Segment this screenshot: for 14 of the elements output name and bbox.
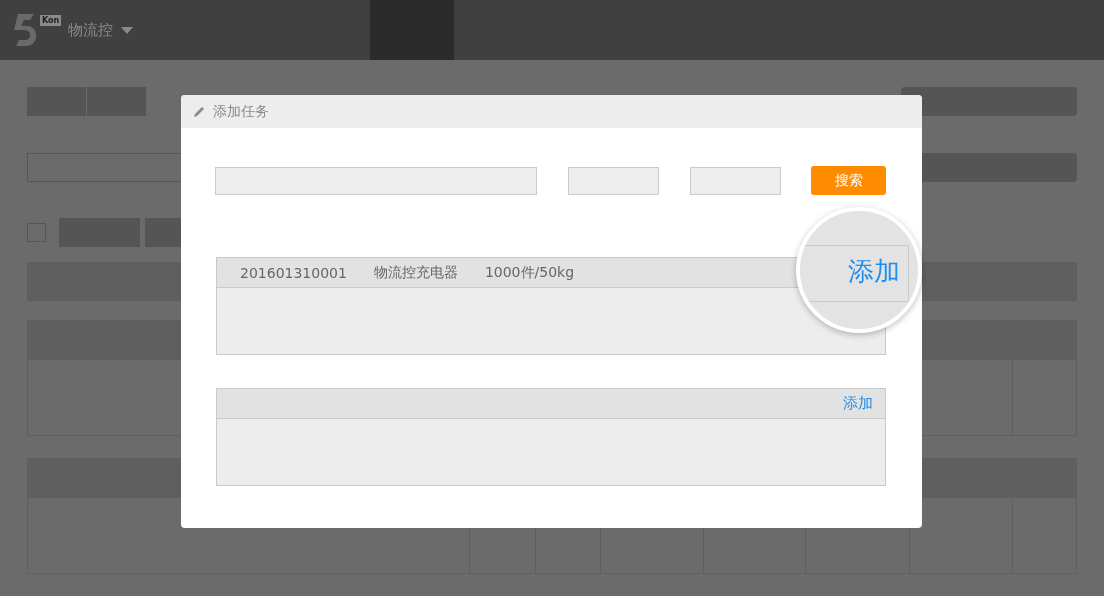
dialog-title: 添加任务 xyxy=(213,102,269,121)
input-field[interactable] xyxy=(568,166,659,195)
input-field[interactable] xyxy=(690,166,781,195)
quantity: 1000件/50kg xyxy=(484,263,575,282)
product-name: 物流控充电器 xyxy=(373,263,458,282)
logo-badge: Kon xyxy=(40,15,62,26)
product-switcher[interactable]: 物流控 xyxy=(68,20,113,40)
search-button[interactable]: 搜索 xyxy=(811,166,886,195)
add-link[interactable]: 添加 xyxy=(843,394,873,413)
input-field[interactable] xyxy=(215,166,537,195)
pencil-icon xyxy=(194,106,205,117)
caret-icon[interactable] xyxy=(121,26,133,34)
nav-tab[interactable] xyxy=(370,0,454,60)
order-code: 201601310001 xyxy=(240,264,347,281)
